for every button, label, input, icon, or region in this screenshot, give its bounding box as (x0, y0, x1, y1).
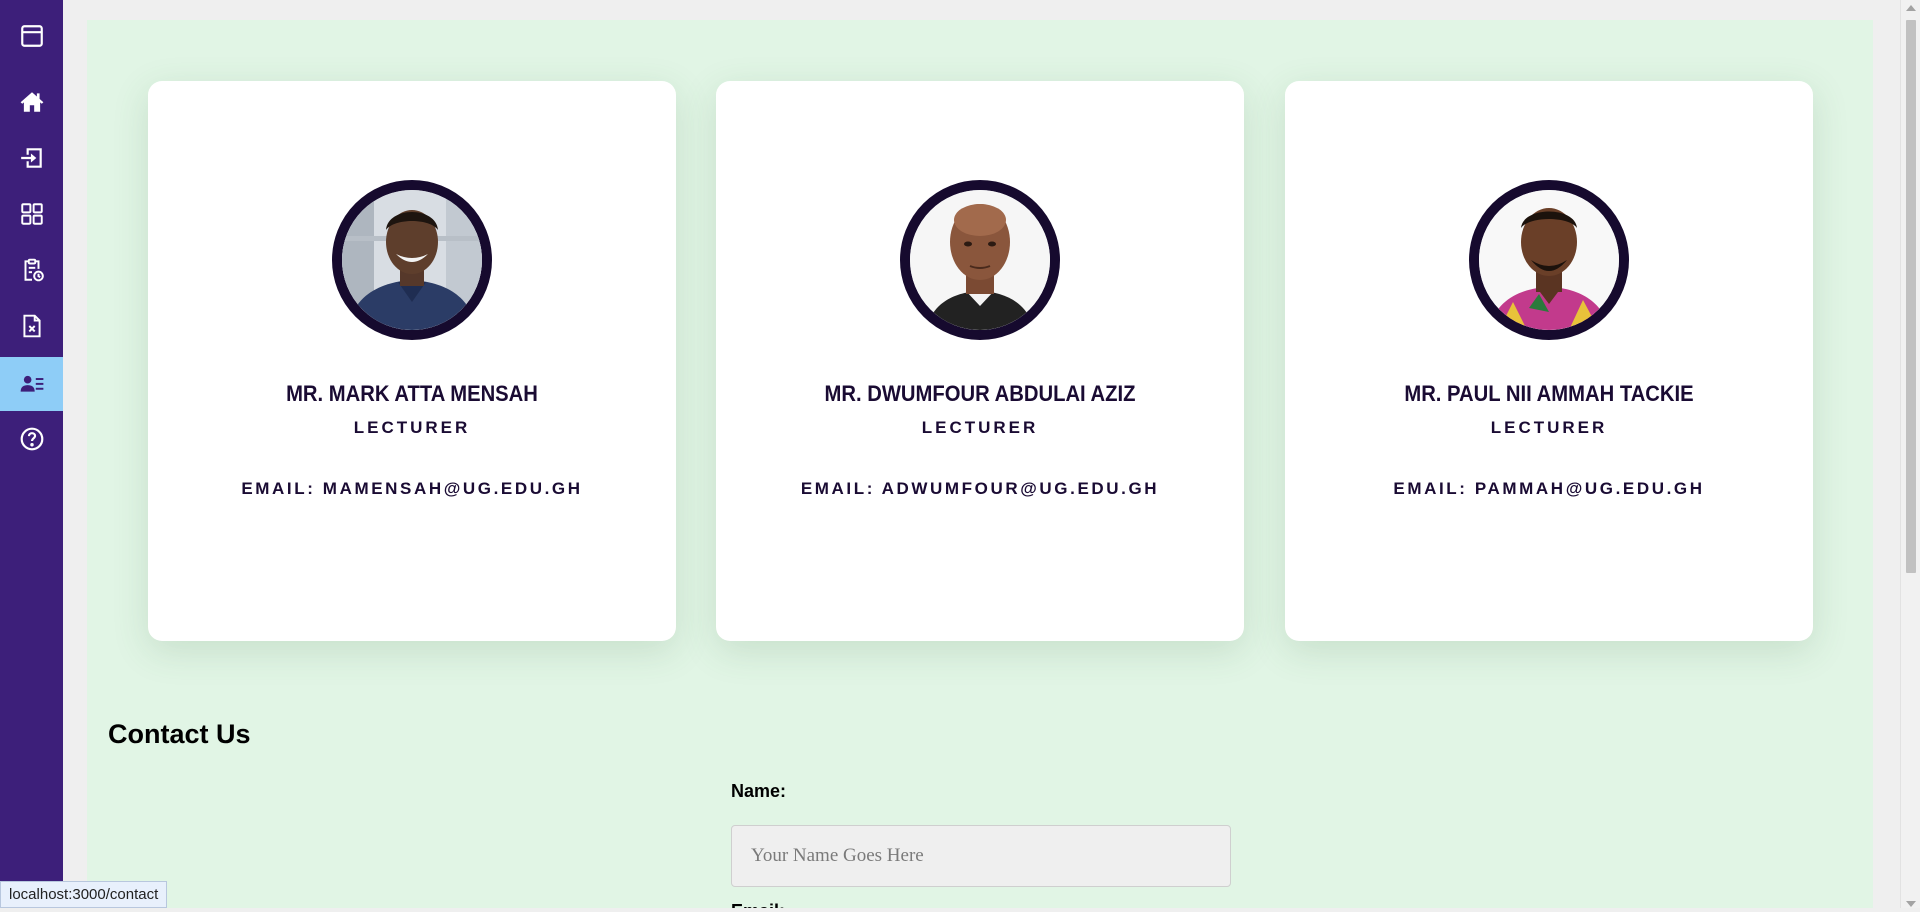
window-bottom-edge (0, 908, 1920, 912)
file-x-icon (22, 314, 41, 338)
sidebar-item-login[interactable] (0, 131, 63, 185)
scroll-up-icon[interactable] (1906, 5, 1916, 11)
avatar (332, 180, 492, 340)
staff-email: EMAIL: ADWUMFOUR@UG.EDU.GH (800, 479, 1160, 498)
help-icon (20, 427, 43, 451)
sidebar-item-help[interactable] (0, 412, 63, 466)
staff-email: EMAIL: MAMENSAH@UG.EDU.GH (241, 479, 583, 498)
scrollbar-thumb[interactable] (1906, 20, 1916, 573)
staff-role: LECTURER (921, 418, 1039, 437)
sidebar-item-contact[interactable] (0, 357, 63, 411)
staff-card: MR. PAUL NII AMMAH TACKIE LECTURER EMAIL… (1285, 81, 1813, 641)
sidebar-item-home[interactable] (0, 75, 63, 129)
status-bar-url: localhost:3000/contact (0, 881, 168, 908)
contact-card-icon (20, 375, 43, 392)
name-label: Name: (731, 781, 787, 801)
dashboard-grid-icon (20, 203, 43, 225)
staff-role: LECTURER (1490, 418, 1608, 437)
scroll-down-icon[interactable] (1906, 901, 1916, 907)
window-icon (20, 25, 43, 47)
staff-email: EMAIL: PAMMAH@UG.EDU.GH (1393, 479, 1705, 498)
staff-name: MR. DWUMFOUR ABDULAI AZIZ (824, 381, 1136, 406)
staff-card: MR. DWUMFOUR ABDULAI AZIZ LECTURER EMAIL… (716, 81, 1244, 641)
main-content: MR. MARK ATTA MENSAH LECTURER EMAIL: MAM… (87, 20, 1873, 912)
login-icon (20, 148, 42, 168)
avatar (1469, 180, 1629, 340)
sidebar-item-cancel[interactable] (0, 299, 63, 353)
staff-name: MR. MARK ATTA MENSAH (286, 381, 538, 406)
staff-name: MR. PAUL NII AMMAH TACKIE (1404, 381, 1694, 406)
name-input[interactable] (731, 825, 1231, 887)
sidebar-item-window[interactable] (0, 9, 63, 63)
vertical-scrollbar[interactable] (1900, 0, 1920, 912)
avatar (900, 180, 1060, 340)
sidebar-item-schedule[interactable] (0, 243, 63, 297)
sidebar (0, 0, 63, 912)
home-icon (20, 92, 43, 112)
staff-role: LECTURER (353, 418, 471, 437)
staff-card: MR. MARK ATTA MENSAH LECTURER EMAIL: MAM… (148, 81, 676, 641)
sidebar-item-dashboard[interactable] (0, 187, 63, 241)
contact-title: Contact Us (108, 719, 251, 749)
clipboard-clock-icon (24, 258, 44, 282)
